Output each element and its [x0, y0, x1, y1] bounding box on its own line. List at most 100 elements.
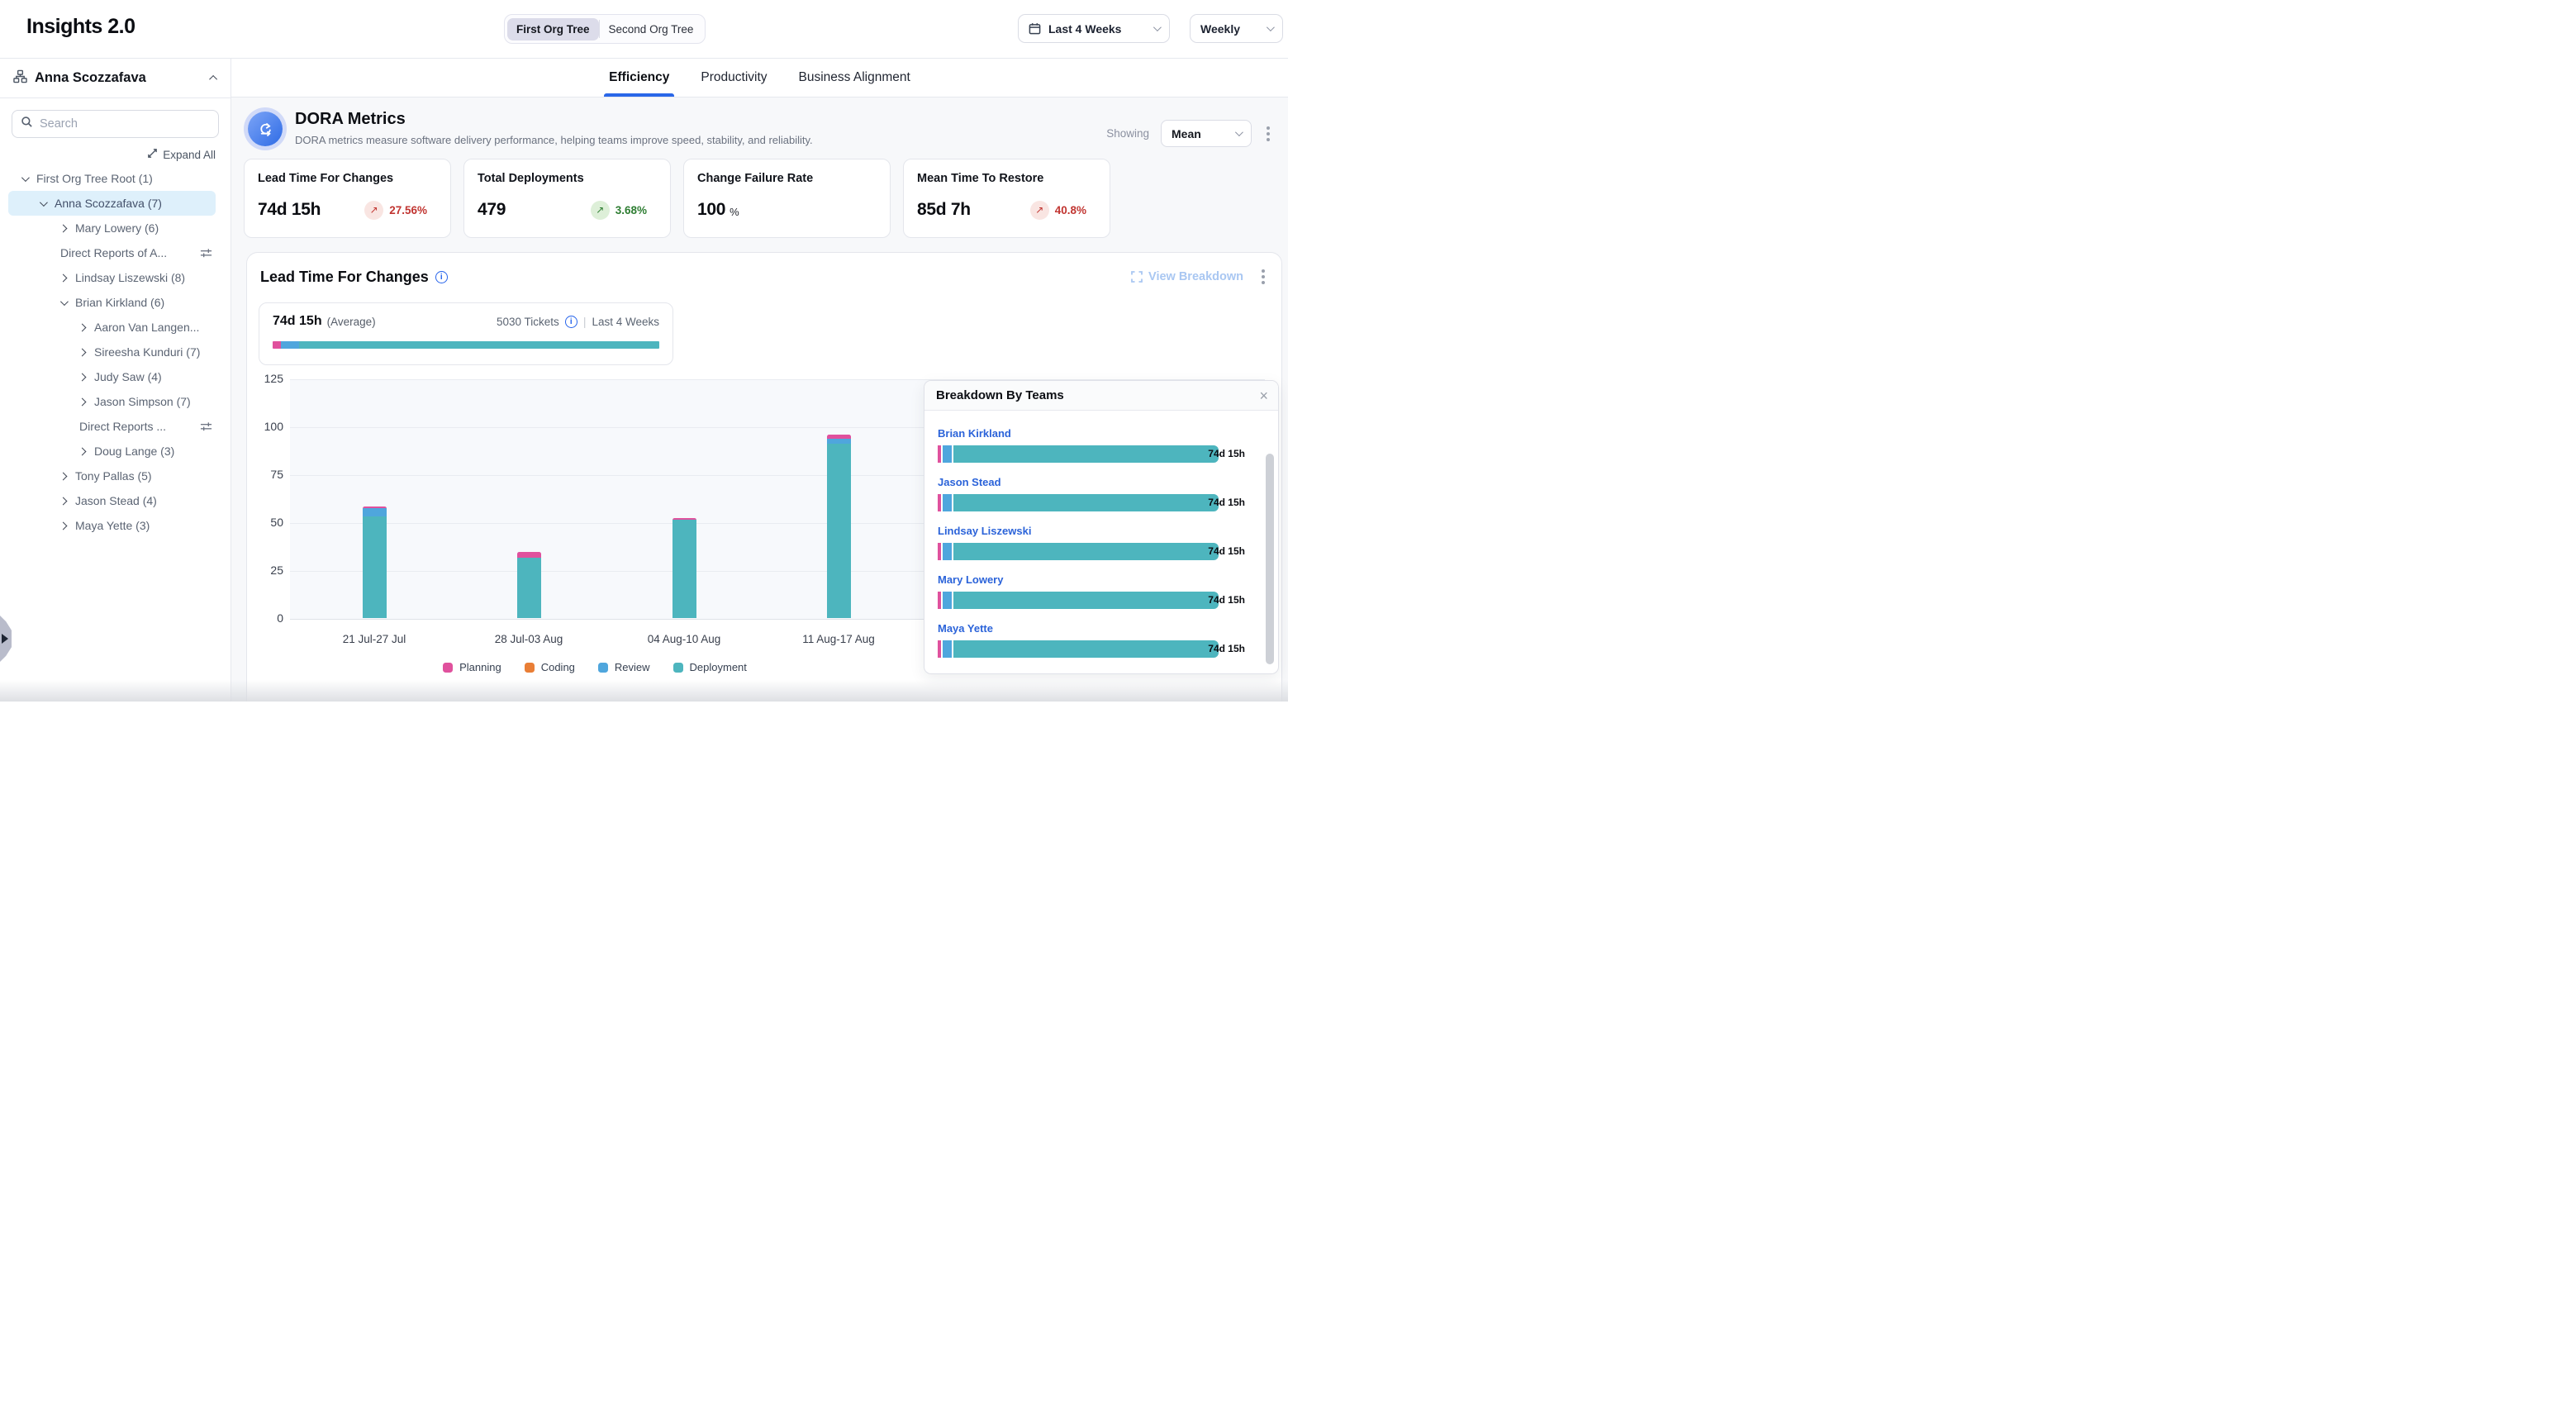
metric-card: Change Failure Rate100%	[683, 159, 891, 238]
tree-item[interactable]: Tony Pallas (5)	[8, 464, 216, 488]
chevron-down-icon	[1235, 128, 1243, 136]
tree-item[interactable]: Judy Saw (4)	[8, 364, 216, 389]
legend-item[interactable]: Coding	[525, 661, 575, 673]
tree-item-label: Doug Lange (3)	[94, 445, 174, 458]
chevron-down-icon	[1153, 23, 1162, 31]
tree-item[interactable]: Maya Yette (3)	[8, 513, 216, 538]
tab-bar: Efficiency Productivity Business Alignment	[231, 58, 1288, 97]
tree-item[interactable]: Jason Stead (4)	[8, 488, 216, 513]
bar-28 Jul-03 Aug[interactable]	[517, 552, 541, 618]
tab-efficiency[interactable]: Efficiency	[607, 59, 671, 97]
breakdown-panel: Breakdown By Teams × Brian Kirkland74d 1…	[924, 380, 1279, 674]
legend-swatch	[525, 663, 535, 673]
collapse-chevron-icon[interactable]	[209, 75, 217, 83]
metric-title: Lead Time For Changes	[258, 172, 437, 185]
org-tree-toggle[interactable]: First Org TreeSecond Org Tree	[504, 14, 706, 44]
chevron-right-icon[interactable]	[78, 397, 87, 406]
trend-up-icon: ↗	[364, 201, 383, 220]
bar-21 Jul-27 Jul[interactable]	[363, 507, 387, 618]
search-input[interactable]	[40, 117, 205, 131]
expand-all-label: Expand All	[163, 149, 216, 161]
legend-swatch	[443, 663, 453, 673]
deployment-segment	[363, 516, 387, 618]
tree-item[interactable]: Doug Lange (3)	[8, 439, 216, 464]
tab-business-alignment[interactable]: Business Alignment	[797, 59, 912, 97]
showing-label: Showing	[1106, 127, 1149, 140]
chevron-down-icon[interactable]	[21, 174, 30, 182]
tree-item[interactable]: Direct Reports of A...	[8, 240, 216, 265]
chevron-right-icon[interactable]	[59, 472, 68, 480]
bar-11 Aug-17 Aug[interactable]	[827, 435, 851, 618]
chevron-right-icon[interactable]	[78, 348, 87, 356]
tree-item[interactable]: Jason Simpson (7)	[8, 389, 216, 414]
tickets-count: 5030 Tickets	[497, 316, 559, 328]
legend-item[interactable]: Review	[598, 661, 650, 673]
planning-segment	[938, 494, 941, 511]
org-tree-option[interactable]: Second Org Tree	[600, 18, 703, 40]
planning-segment	[273, 341, 281, 349]
sidebar: Anna Scozzafava Expand All First Org Tre…	[0, 58, 231, 702]
legend-item[interactable]: Planning	[443, 661, 501, 673]
chevron-right-icon[interactable]	[59, 521, 68, 530]
y-tick-label: 100	[249, 420, 283, 433]
metric-cards: Lead Time For Changes74d 15h↗27.56%Total…	[244, 159, 1288, 238]
tree-item[interactable]: Sireesha Kunduri (7)	[8, 340, 216, 364]
tree-item-label: Sireesha Kunduri (7)	[94, 345, 200, 359]
tree-item[interactable]: Aaron Van Langen...	[8, 315, 216, 340]
tree-item[interactable]: First Org Tree Root (1)	[8, 166, 216, 191]
granularity-dropdown[interactable]: Weekly	[1190, 14, 1283, 43]
team-link[interactable]: Maya Yette	[938, 622, 1248, 635]
team-value: 74d 15h	[1208, 448, 1245, 459]
sidebar-header[interactable]: Anna Scozzafava	[0, 59, 231, 98]
tree-item[interactable]: Brian Kirkland (6)	[8, 290, 216, 315]
tree-item[interactable]: Mary Lowery (6)	[8, 216, 216, 240]
chevron-right-icon[interactable]	[59, 224, 68, 232]
legend-label: Coding	[541, 661, 575, 673]
metric-card: Mean Time To Restore85d 7h↗40.8%	[903, 159, 1110, 238]
dora-menu-button[interactable]	[1263, 123, 1273, 145]
tree-item[interactable]: Anna Scozzafava (7)	[8, 191, 216, 216]
filter-icon[interactable]	[200, 421, 212, 433]
close-icon[interactable]: ×	[1259, 388, 1268, 403]
search-box[interactable]	[12, 110, 219, 138]
team-link[interactable]: Jason Stead	[938, 476, 1248, 488]
date-range-dropdown[interactable]: Last 4 Weeks	[1018, 14, 1170, 43]
filter-icon[interactable]	[200, 247, 212, 259]
metric-value: 74d 15h	[258, 200, 321, 220]
tree-item[interactable]: Lindsay Liszewski (8)	[8, 265, 216, 290]
chevron-down-icon	[1267, 23, 1275, 31]
chevron-right-icon[interactable]	[78, 323, 87, 331]
tickets-info-icon[interactable]: i	[565, 316, 577, 328]
expand-icon	[147, 148, 158, 161]
tab-label: Productivity	[701, 70, 767, 85]
team-item: Brian Kirkland 74d 15h	[938, 427, 1248, 463]
x-tick-label: 11 Aug-17 Aug	[802, 633, 875, 645]
tree-item-label: Anna Scozzafava (7)	[55, 197, 162, 210]
chevron-down-icon[interactable]	[40, 198, 48, 207]
view-breakdown-button[interactable]: View Breakdown	[1131, 270, 1243, 283]
tab-label: Business Alignment	[799, 70, 910, 85]
info-icon[interactable]: i	[435, 271, 448, 283]
org-tree-option[interactable]: First Org Tree	[507, 18, 599, 40]
chevron-right-icon[interactable]	[78, 447, 87, 455]
review-segment	[943, 494, 952, 511]
showing-dropdown[interactable]: Mean	[1161, 120, 1252, 147]
review-segment	[943, 445, 952, 463]
team-link[interactable]: Brian Kirkland	[938, 427, 1248, 440]
bar-04 Aug-10 Aug[interactable]	[673, 518, 696, 618]
chevron-right-icon[interactable]	[59, 497, 68, 505]
deployment-segment	[953, 445, 1219, 463]
panel-scrollbar-thumb[interactable]	[1266, 454, 1274, 664]
team-link[interactable]: Mary Lowery	[938, 573, 1248, 586]
content: DORA Metrics DORA metrics measure softwa…	[231, 97, 1288, 702]
team-link[interactable]: Lindsay Liszewski	[938, 525, 1248, 537]
tab-productivity[interactable]: Productivity	[699, 59, 768, 97]
chevron-right-icon[interactable]	[59, 273, 68, 282]
chevron-down-icon[interactable]	[60, 297, 69, 306]
expand-all-button[interactable]: Expand All	[0, 148, 216, 161]
tree-item[interactable]: Direct Reports ...	[8, 414, 216, 439]
chart-menu-button[interactable]	[1258, 266, 1268, 288]
legend-item[interactable]: Deployment	[673, 661, 747, 673]
active-tab-underline	[604, 93, 674, 97]
chevron-right-icon[interactable]	[78, 373, 87, 381]
